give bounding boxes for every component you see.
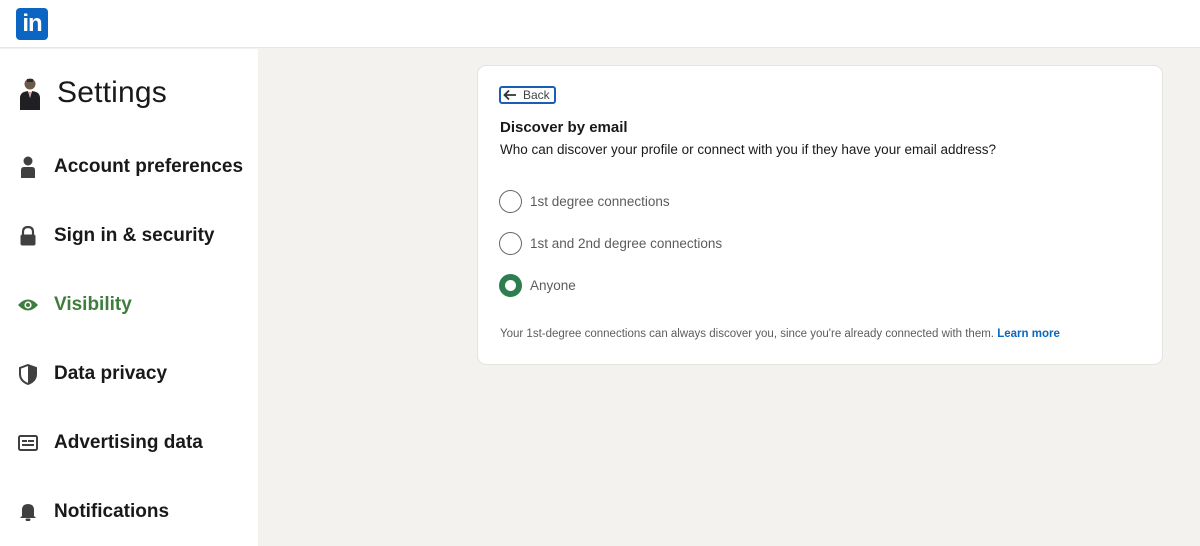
radio-option-anyone[interactable]: Anyone [499, 273, 576, 297]
eye-icon [16, 293, 40, 317]
radio-button[interactable] [499, 231, 522, 255]
radio-button-selected[interactable] [499, 273, 522, 297]
sidebar-item-label: Visibility [54, 294, 132, 315]
lock-icon [16, 224, 40, 248]
sidebar-item-visibility[interactable]: Visibility [16, 290, 132, 320]
learn-more-link[interactable]: Learn more [997, 328, 1060, 340]
sidebar-item-account-preferences[interactable]: Account preferences [16, 152, 243, 182]
discover-by-email-card: Back Discover by email Who can discover … [478, 66, 1162, 364]
back-button[interactable]: Back [499, 86, 556, 104]
avatar [17, 76, 43, 110]
info-note: Your 1st-degree connections can always d… [500, 328, 1060, 340]
sidebar-item-label: Sign in & security [54, 225, 215, 246]
sidebar-item-label: Notifications [54, 501, 170, 522]
sidebar-item-label: Account preferences [54, 156, 244, 177]
page-title: Settings [57, 76, 167, 109]
sidebar-item-data-privacy[interactable]: Data privacy [16, 359, 167, 389]
top-bar: in [0, 0, 1200, 48]
shield-icon [16, 362, 40, 386]
person-icon [16, 155, 40, 179]
sidebar-item-label: Advertising data [54, 432, 203, 453]
linkedin-logo[interactable]: in [16, 8, 48, 40]
radio-button[interactable] [499, 189, 522, 213]
radio-label: 1st degree connections [530, 193, 670, 209]
info-note-text: Your 1st-degree connections can always d… [500, 328, 994, 340]
settings-header: Settings [17, 73, 167, 113]
sidebar-item-sign-in-security[interactable]: Sign in & security [16, 221, 214, 251]
section-title: Discover by email [500, 119, 628, 136]
radio-option-1st-degree[interactable]: 1st degree connections [499, 189, 670, 213]
radio-label: Anyone [530, 277, 576, 293]
arrow-left-icon [503, 89, 517, 101]
radio-label: 1st and 2nd degree connections [530, 235, 723, 251]
sidebar-item-notifications[interactable]: Notifications [16, 497, 169, 527]
section-description: Who can discover your profile or connect… [500, 142, 996, 157]
settings-sidebar: Settings Account preferences Sign in & s… [0, 49, 258, 546]
ad-icon [16, 431, 40, 455]
radio-option-1st-2nd-degree[interactable]: 1st and 2nd degree connections [499, 231, 722, 255]
back-label: Back [523, 88, 550, 102]
bell-icon [16, 500, 40, 524]
sidebar-item-advertising-data[interactable]: Advertising data [16, 428, 203, 458]
sidebar-item-label: Data privacy [54, 363, 168, 384]
